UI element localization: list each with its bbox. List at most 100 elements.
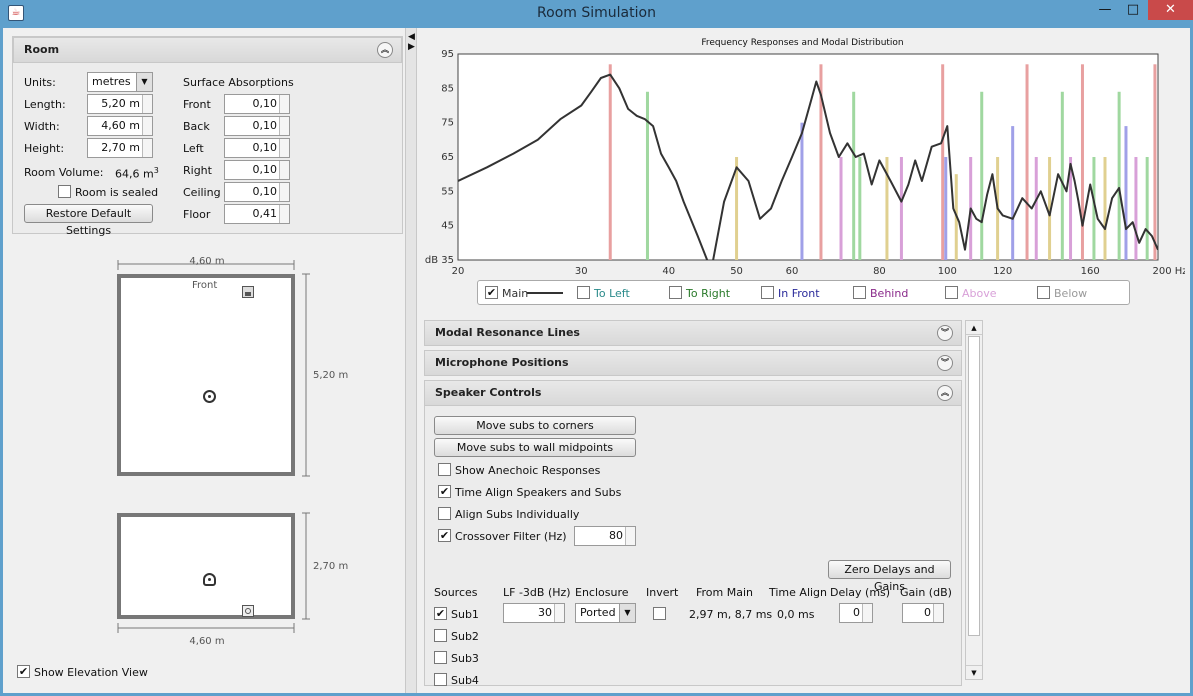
surface-spinner-front[interactable]: 0,10: [224, 94, 290, 114]
legend-checkbox-below[interactable]: [1037, 286, 1050, 299]
modal-line: [1117, 91, 1121, 260]
sub4-row-clip: Sub4: [424, 670, 962, 686]
move-subs-midpoints-button[interactable]: Move subs to wall midpoints: [434, 438, 636, 457]
legend-label-behind: Behind: [870, 287, 909, 300]
modal-line: [1060, 91, 1064, 260]
modal-line: [852, 91, 856, 260]
modal-line: [1080, 64, 1084, 260]
microphone-icon[interactable]: [203, 390, 216, 403]
sub1-enclosure-select[interactable]: Ported ▼: [575, 603, 636, 623]
volume-label: Room Volume:: [24, 166, 104, 179]
width-spinner[interactable]: 4,60 m: [87, 116, 153, 136]
modal-line: [1011, 126, 1015, 260]
modal-line: [608, 64, 612, 260]
legend-label-to-right: To Right: [686, 287, 731, 300]
modal-line: [839, 157, 843, 260]
sub2-checkbox[interactable]: [434, 629, 447, 642]
width-label: Width:: [24, 120, 60, 133]
expand-down-icon[interactable]: ︾: [937, 325, 953, 341]
scroll-up-icon[interactable]: ▲: [966, 321, 982, 335]
room-header-label: Room: [24, 43, 60, 56]
show-anechoic-checkbox[interactable]: [438, 463, 451, 476]
window-title: Room Simulation: [537, 5, 656, 21]
legend-checkbox-to-right[interactable]: [669, 286, 682, 299]
sub1-delay-spinner[interactable]: 0: [839, 603, 873, 623]
col-time-align: Time Align: [769, 586, 828, 599]
move-subs-corners-button[interactable]: Move subs to corners: [434, 416, 636, 435]
modal-resonance-section[interactable]: Modal Resonance Lines ︾: [424, 320, 962, 346]
speaker-controls-section[interactable]: Speaker Controls ︽: [424, 380, 962, 406]
split-arrows-icon[interactable]: ◀ ▶: [408, 32, 416, 52]
scroll-down-icon[interactable]: ▼: [966, 665, 982, 679]
col-enclosure: Enclosure: [575, 586, 629, 599]
sub1-lf-spinner[interactable]: 30: [503, 603, 565, 623]
collapse-up-icon[interactable]: ︽: [377, 42, 393, 58]
legend-checkbox-to-left[interactable]: [577, 286, 590, 299]
surface-spinner-left[interactable]: 0,10: [224, 138, 290, 158]
legend-checkbox-above[interactable]: [945, 286, 958, 299]
time-align-label: Time Align Speakers and Subs: [455, 486, 622, 499]
room-sealed-label: Room is sealed: [75, 186, 159, 199]
vertical-scrollbar[interactable]: ▲ ▼: [965, 320, 983, 680]
microphone-elevation-icon[interactable]: [203, 573, 216, 586]
sub1-gain-spinner[interactable]: 0: [902, 603, 944, 623]
scrollbar-thumb[interactable]: [968, 336, 980, 636]
split-divider[interactable]: ◀ ▶: [405, 28, 417, 693]
time-align-checkbox[interactable]: ✔: [438, 485, 451, 498]
modal-line: [899, 157, 903, 260]
main-line-swatch: [527, 292, 563, 294]
speaker-main-icon[interactable]: [242, 286, 254, 298]
modal-line: [1134, 157, 1138, 260]
speaker-controls-label: Speaker Controls: [435, 386, 542, 399]
sub3-checkbox[interactable]: [434, 651, 447, 664]
show-elevation-checkbox[interactable]: ✔: [17, 665, 30, 678]
y-tick-label: 45: [441, 221, 454, 232]
room-sealed-checkbox[interactable]: [58, 185, 71, 198]
sub1-checkbox[interactable]: ✔: [434, 607, 447, 620]
restore-defaults-button[interactable]: Restore Default Settings: [24, 204, 153, 237]
modal-line: [800, 122, 804, 261]
microphone-positions-section[interactable]: Microphone Positions ︾: [424, 350, 962, 376]
plan-depth-label: 5,20 m: [313, 370, 349, 381]
legend-checkbox-behind[interactable]: [853, 286, 866, 299]
room-panel-header[interactable]: Room ︽: [13, 37, 402, 63]
surface-spinner-floor[interactable]: 0,41: [224, 204, 290, 224]
units-label: Units:: [24, 76, 56, 89]
x-tick-label: 200 Hz: [1152, 266, 1185, 277]
expand-down-icon[interactable]: ︾: [937, 355, 953, 371]
modal-resonance-label: Modal Resonance Lines: [435, 326, 580, 339]
sub4-checkbox[interactable]: [434, 673, 447, 686]
units-select[interactable]: metres ▼: [87, 72, 153, 92]
x-tick-label: 100: [938, 266, 957, 277]
height-spinner[interactable]: 2,70 m: [87, 138, 153, 158]
y-tick-label: 85: [441, 83, 454, 94]
crossover-checkbox[interactable]: ✔: [438, 529, 451, 542]
crossover-spinner[interactable]: 80: [574, 526, 636, 546]
legend-checkbox-in-front[interactable]: [761, 286, 774, 299]
maximize-button[interactable]: □: [1118, 0, 1148, 20]
col-sources: Sources: [434, 586, 478, 599]
align-individually-checkbox[interactable]: [438, 507, 451, 520]
length-label: Length:: [24, 98, 66, 111]
surface-spinner-ceiling[interactable]: 0,10: [224, 182, 290, 202]
show-elevation-label: Show Elevation View: [34, 666, 148, 679]
sub1-invert-checkbox[interactable]: [653, 607, 666, 620]
y-tick-label: dB 35: [425, 255, 454, 266]
surface-absorptions-title: Surface Absorptions: [183, 76, 294, 89]
modal-line: [1034, 157, 1038, 260]
col-from-main: From Main: [696, 586, 754, 599]
minimize-button[interactable]: —: [1090, 0, 1120, 20]
length-spinner[interactable]: 5,20 m: [87, 94, 153, 114]
surface-spinner-right[interactable]: 0,10: [224, 160, 290, 180]
x-tick-label: 120: [993, 266, 1012, 277]
collapse-up-icon[interactable]: ︽: [937, 385, 953, 401]
zero-delays-gains-button[interactable]: Zero Delays and Gains: [828, 560, 951, 593]
surface-spinner-back[interactable]: 0,10: [224, 116, 290, 136]
close-button[interactable]: ✕: [1148, 0, 1193, 20]
y-tick-label: 75: [441, 118, 454, 129]
subwoofer-icon[interactable]: [242, 605, 254, 617]
legend-checkbox-main[interactable]: ✔: [485, 286, 498, 299]
x-tick-label: 20: [452, 266, 465, 277]
surface-label-back: Back: [183, 120, 210, 133]
legend-label-main: Main: [502, 287, 529, 300]
